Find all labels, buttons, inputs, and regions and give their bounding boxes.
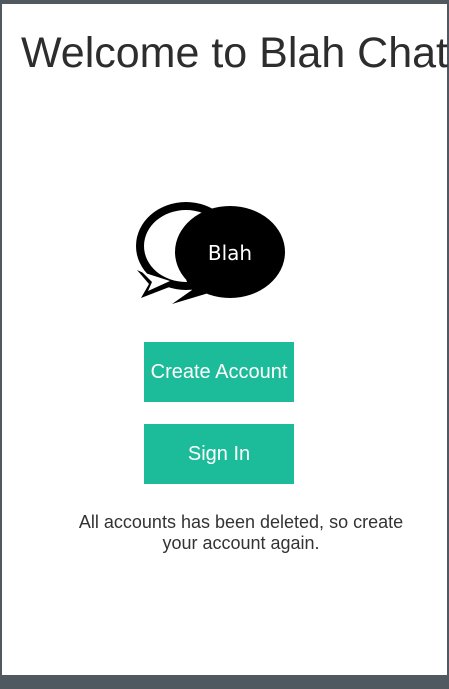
logo-text: Blah bbox=[208, 241, 252, 265]
sign-in-button[interactable]: Sign In bbox=[144, 424, 294, 484]
create-account-button[interactable]: Create Account bbox=[144, 342, 294, 402]
chat-bubbles-icon: Blah bbox=[136, 202, 285, 304]
notice-text: All accounts has been deleted, so create… bbox=[78, 512, 404, 553]
page-frame: Welcome to Blah Chat Blah Create Account… bbox=[2, 4, 449, 675]
page-title: Welcome to Blah Chat bbox=[20, 29, 449, 77]
